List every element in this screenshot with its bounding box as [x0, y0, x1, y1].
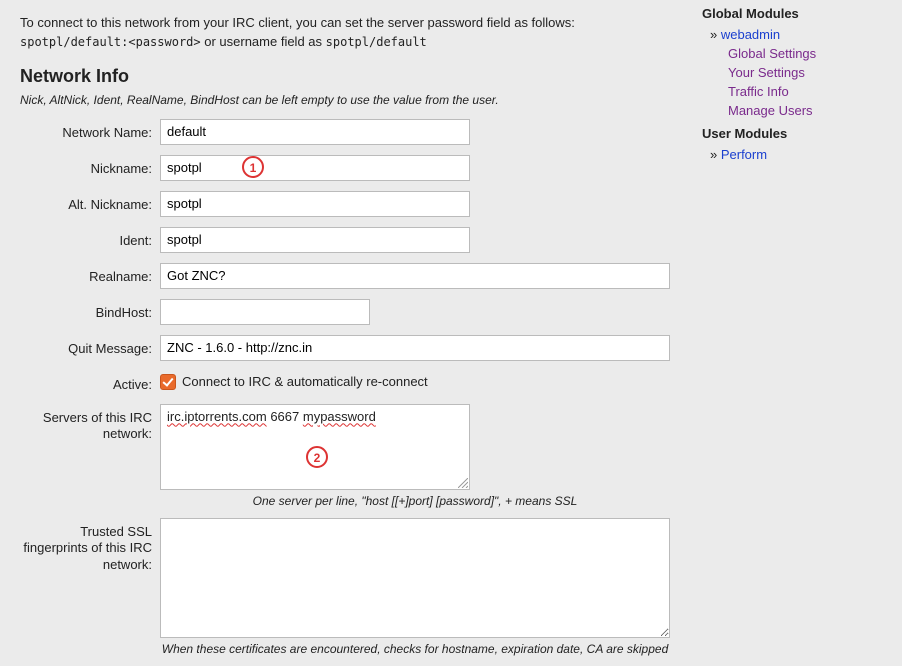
servers-textarea[interactable]: irc.iptorrents.com 6667 mypassword — [160, 404, 470, 490]
quit-message-input[interactable] — [160, 335, 670, 361]
section-heading: Network Info — [20, 66, 670, 87]
sidebar-item-traffic-info[interactable]: Traffic Info — [702, 82, 890, 101]
servers-port: 6667 — [267, 409, 303, 424]
intro-part1: To connect to this network from your IRC… — [20, 15, 575, 30]
manage-users-link[interactable]: Manage Users — [728, 103, 813, 118]
global-settings-link[interactable]: Global Settings — [728, 46, 816, 61]
intro-code2: spotpl/default — [326, 35, 427, 49]
label-active: Active: — [20, 371, 160, 394]
label-trusted: Trusted SSL fingerprints of this IRC net… — [20, 518, 160, 575]
sidebar-item-manage-users[interactable]: Manage Users — [702, 101, 890, 120]
label-alt-nickname: Alt. Nickname: — [20, 191, 160, 214]
sidebar-item-global-settings[interactable]: Global Settings — [702, 44, 890, 63]
sidebar-item-your-settings[interactable]: Your Settings — [702, 63, 890, 82]
your-settings-link[interactable]: Your Settings — [728, 65, 805, 80]
traffic-info-link[interactable]: Traffic Info — [728, 84, 789, 99]
bindhost-input[interactable] — [160, 299, 370, 325]
sidebar-item-perform[interactable]: Perform — [702, 145, 890, 164]
servers-host: irc.iptorrents.com — [167, 409, 267, 424]
label-servers: Servers of this IRC network: — [20, 404, 160, 444]
label-network-name: Network Name: — [20, 119, 160, 142]
trusted-note: When these certificates are encountered,… — [160, 642, 670, 656]
network-name-input[interactable] — [160, 119, 470, 145]
intro-text: To connect to this network from your IRC… — [20, 14, 670, 52]
active-checkbox-wrap[interactable]: Connect to IRC & automatically re-connec… — [160, 371, 670, 390]
label-realname: Realname: — [20, 263, 160, 286]
perform-link[interactable]: Perform — [721, 147, 767, 162]
label-ident: Ident: — [20, 227, 160, 250]
checkbox-checked-icon[interactable] — [160, 374, 176, 390]
nickname-input[interactable] — [160, 155, 470, 181]
sidebar-group-global: Global Modules — [702, 6, 890, 21]
servers-pass: mypassword — [303, 409, 376, 424]
active-checkbox-label: Connect to IRC & automatically re-connec… — [182, 374, 428, 389]
intro-part2: or username field as — [201, 34, 326, 49]
servers-note: One server per line, "host [[+]port] [pa… — [160, 494, 670, 508]
section-subnote: Nick, AltNick, Ident, RealName, BindHost… — [20, 93, 670, 107]
sidebar: Global Modules webadmin Global Settings … — [690, 0, 890, 170]
resize-grip-icon — [458, 478, 468, 488]
sidebar-item-webadmin[interactable]: webadmin — [702, 25, 890, 44]
label-quit-message: Quit Message: — [20, 335, 160, 358]
alt-nickname-input[interactable] — [160, 191, 470, 217]
intro-code1: spotpl/default:<password> — [20, 35, 201, 49]
webadmin-link[interactable]: webadmin — [721, 27, 780, 42]
label-bindhost: BindHost: — [20, 299, 160, 322]
label-nickname: Nickname: — [20, 155, 160, 178]
main-content: To connect to this network from your IRC… — [0, 0, 690, 666]
ident-input[interactable] — [160, 227, 470, 253]
trusted-fingerprints-textarea[interactable] — [160, 518, 670, 638]
realname-input[interactable] — [160, 263, 670, 289]
sidebar-group-user: User Modules — [702, 126, 890, 141]
